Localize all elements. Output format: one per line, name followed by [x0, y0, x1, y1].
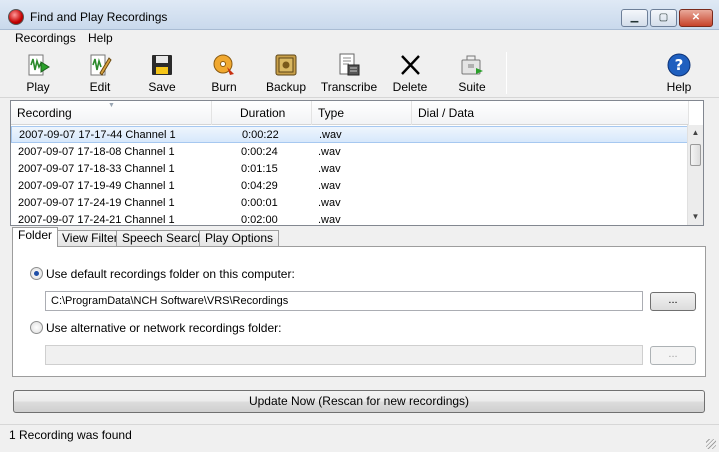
delete-button[interactable]: Delete [382, 51, 438, 95]
suitcase-icon [460, 53, 484, 77]
menu-recordings[interactable]: Recordings [15, 31, 76, 45]
tab-speech-search[interactable]: Speech Search [116, 230, 211, 247]
transcribe-button[interactable]: Transcribe [320, 51, 378, 95]
help-icon: ? [667, 53, 691, 77]
menu-help[interactable]: Help [88, 31, 113, 45]
play-waveform-icon [26, 53, 50, 77]
toolbar-separator [506, 52, 507, 94]
burn-button[interactable]: Burn [196, 51, 252, 95]
alt-folder-label: Use alternative or network recordings fo… [46, 321, 282, 335]
backup-button[interactable]: Backup [258, 51, 314, 95]
table-row[interactable]: 2007-09-07 17-24-21 Channel 1 0:02:00 .w… [11, 212, 689, 225]
scroll-up-icon[interactable]: ▲ [688, 125, 703, 141]
column-type[interactable]: Type [312, 101, 412, 125]
window-title: Find and Play Recordings [30, 10, 168, 24]
default-folder-label: Use default recordings folder on this co… [46, 267, 295, 281]
app-icon [8, 9, 24, 25]
recordings-list[interactable]: Recording ▼ Duration Type Dial / Data 20… [10, 100, 704, 226]
table-row[interactable]: 2007-09-07 17-17-44 Channel 1 0:00:22 .w… [11, 126, 689, 143]
edit-waveform-icon [88, 53, 112, 77]
column-dial-data[interactable]: Dial / Data [412, 101, 689, 125]
close-button[interactable]: ✕ [679, 9, 713, 27]
list-scrollbar[interactable]: ▲ ▼ [687, 125, 703, 225]
status-text: 1 Recording was found [9, 428, 132, 442]
alt-folder-path[interactable] [45, 345, 643, 365]
save-button[interactable]: Save [134, 51, 190, 95]
alt-folder-radio[interactable] [30, 321, 43, 334]
browse-alt-button[interactable]: ... [650, 346, 696, 365]
table-row[interactable]: 2007-09-07 17-18-33 Channel 1 0:01:15 .w… [11, 161, 689, 178]
update-now-button[interactable]: Update Now (Rescan for new recordings) [13, 390, 705, 413]
title-bar: Find and Play Recordings ▁ ▢ ✕ [0, 0, 719, 30]
tab-play-options[interactable]: Play Options [199, 230, 280, 247]
burn-disc-icon [212, 53, 236, 77]
table-row[interactable]: 2007-09-07 17-24-19 Channel 1 0:00:01 .w… [11, 195, 689, 212]
delete-x-icon [398, 53, 422, 77]
folder-panel: Use default recordings folder on this co… [12, 246, 706, 377]
maximize-button[interactable]: ▢ [650, 9, 677, 27]
transcribe-icon [337, 53, 361, 77]
scroll-down-icon[interactable]: ▼ [688, 209, 703, 225]
default-folder-radio[interactable] [30, 267, 43, 280]
play-button[interactable]: Play [10, 51, 66, 95]
help-button[interactable]: ? Help [651, 51, 707, 95]
svg-text:?: ? [675, 56, 684, 74]
resize-grip-icon[interactable] [706, 439, 716, 449]
table-row[interactable]: 2007-09-07 17-18-08 Channel 1 0:00:24 .w… [11, 144, 689, 161]
edit-button[interactable]: Edit [72, 51, 128, 95]
column-duration[interactable]: Duration [212, 101, 312, 125]
suite-button[interactable]: Suite [444, 51, 500, 95]
browse-default-button[interactable]: ... [650, 292, 696, 311]
sort-arrow-icon: ▼ [108, 102, 115, 109]
scroll-thumb[interactable] [690, 144, 701, 166]
list-header: Recording ▼ Duration Type Dial / Data [11, 101, 689, 125]
floppy-disk-icon [150, 53, 174, 77]
tab-view-filter[interactable]: View Filter [56, 230, 124, 247]
default-folder-path[interactable]: C:\ProgramData\NCH Software\VRS\Recordin… [45, 291, 643, 311]
safe-icon [274, 53, 298, 77]
status-bar: 1 Recording was found [0, 424, 719, 452]
menu-bar: Recordings Help [0, 30, 719, 48]
toolbar: Play Edit Save Burn Backup Transcribe De… [0, 48, 719, 98]
tab-folder[interactable]: Folder [12, 227, 59, 247]
minimize-button[interactable]: ▁ [621, 9, 648, 27]
table-row[interactable]: 2007-09-07 17-19-49 Channel 1 0:04:29 .w… [11, 178, 689, 195]
